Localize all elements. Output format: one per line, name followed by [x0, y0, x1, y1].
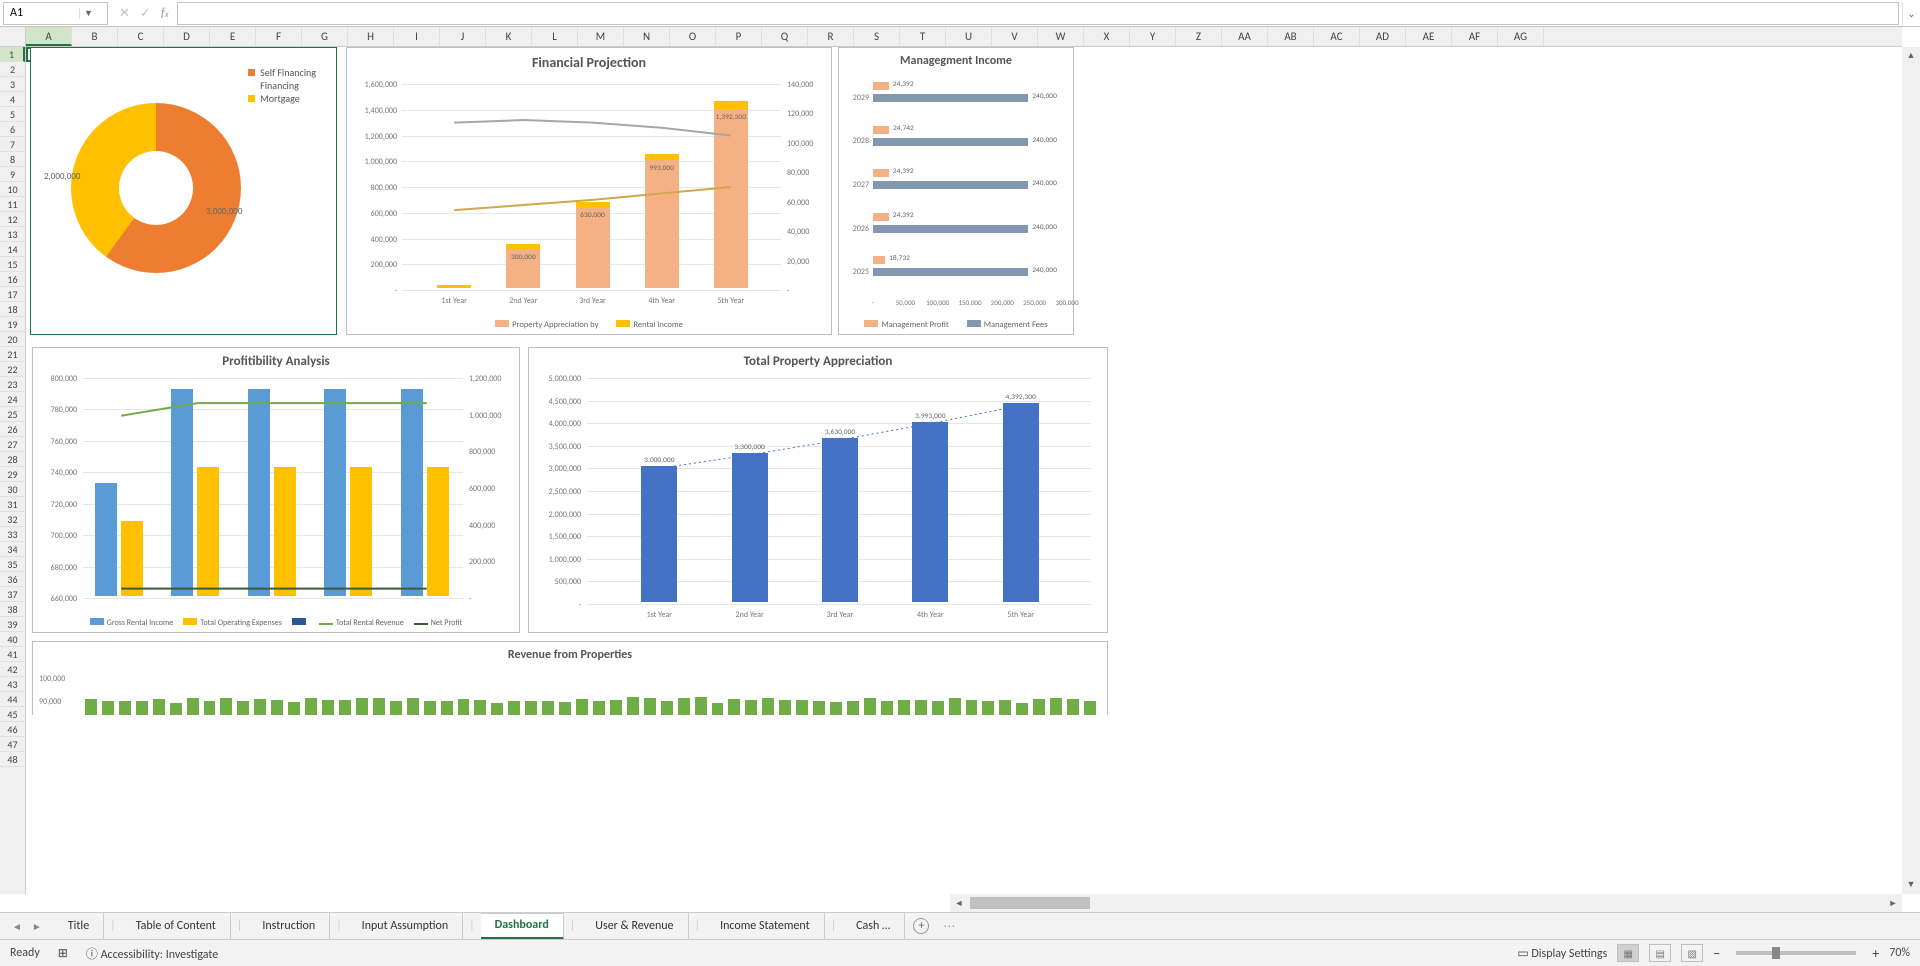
accessibility-icon: ⓘ — [86, 948, 98, 962]
legend-label: Net Profit — [431, 618, 463, 628]
accessibility-status[interactable]: ⓘ Accessibility: Investigate — [86, 945, 218, 962]
tabs-more-icon[interactable]: ⋯ — [937, 919, 961, 934]
tab-nav-prev-icon[interactable]: ◄ — [8, 918, 26, 935]
sheet-tab[interactable]: Title — [54, 913, 104, 940]
sheet-tab[interactable]: User & Revenue — [581, 913, 688, 940]
row-headers[interactable]: 1234567891011121314151617181920212223242… — [0, 47, 26, 894]
macro-recorder-icon[interactable]: ⊞ — [58, 946, 68, 961]
donut-data-label: 3,000,000 — [206, 206, 242, 217]
chart-revenue-properties[interactable]: Revenue from Properties 100,000 90,000 — [32, 641, 1108, 715]
legend-label: Mortgage — [260, 92, 300, 105]
legend-swatch — [248, 95, 255, 102]
vertical-scrollbar[interactable]: ▲ ▼ — [1902, 47, 1920, 894]
chart-legend: Management Profit Management Fees — [839, 320, 1073, 330]
zoom-level[interactable]: 70% — [1889, 946, 1910, 960]
formula-expand-icon[interactable]: ⌄ — [1902, 2, 1920, 25]
zoom-out-button[interactable]: − — [1713, 945, 1720, 962]
zoom-slider-thumb[interactable] — [1772, 947, 1780, 959]
chart-donut-financing[interactable]: Self Financing Financing Mortgage 3,000,… — [30, 47, 337, 335]
chart-legend: Property Appreciation by Rental Income — [347, 320, 831, 330]
chart-title: Financial Projection — [347, 48, 831, 77]
chart-management-income[interactable]: Managegment Income Management Profit Man… — [838, 47, 1074, 335]
chart-profitibility[interactable]: Profitibility Analysis Gross Rental Inco… — [32, 347, 520, 633]
cancel-icon[interactable]: ✕ — [119, 6, 130, 21]
legend-label-line2: Financing — [260, 79, 299, 92]
donut-legend: Self Financing Financing Mortgage — [248, 66, 316, 105]
view-normal-button[interactable]: ▦ — [1617, 944, 1639, 962]
scroll-thumb[interactable] — [970, 897, 1090, 909]
view-page-layout-button[interactable]: ▤ — [1649, 944, 1671, 962]
sheet-tab[interactable]: Table of Content — [122, 913, 231, 940]
select-all-corner[interactable] — [0, 27, 26, 47]
donut-ring — [71, 103, 241, 273]
chart-title: Revenue from Properties — [33, 642, 1107, 668]
sheet-tab[interactable]: Income Statement — [706, 913, 825, 940]
grid-canvas[interactable]: Self Financing Financing Mortgage 3,000,… — [26, 47, 1902, 894]
sheet-tab[interactable]: Dashboard — [481, 913, 564, 940]
sheet-tab[interactable]: Instruction — [248, 913, 330, 940]
name-box[interactable]: ▼ — [3, 2, 108, 25]
legend-label: Gross Rental Income — [107, 618, 174, 628]
column-headers[interactable]: ABCDEFGHIJKLMNOPQRSTUVWXYZAAABACADAEAFAG — [26, 27, 1902, 47]
worksheet-grid: ABCDEFGHIJKLMNOPQRSTUVWXYZAAABACADAEAFAG… — [0, 27, 1920, 912]
chart-title: Total Property Appreciation — [529, 348, 1107, 375]
new-sheet-button[interactable]: + — [905, 918, 937, 934]
chart-legend: Gross Rental Income Total Operating Expe… — [41, 618, 511, 628]
chart-total-appreciation[interactable]: Total Property Appreciation -500,0001,00… — [528, 347, 1108, 633]
chart-title: Profitibility Analysis — [33, 348, 519, 375]
name-box-input[interactable] — [4, 6, 79, 20]
tab-nav-arrows[interactable]: ◄ ► — [0, 918, 54, 935]
scroll-up-icon[interactable]: ▲ — [1902, 47, 1920, 65]
display-settings-button[interactable]: ▭ Display Settings — [1517, 946, 1607, 961]
legend-label: Total Operating Expenses — [200, 618, 282, 628]
legend-label: Self Financing — [260, 66, 316, 79]
legend-label: Property Appreciation by — [512, 320, 598, 330]
tab-nav-next-icon[interactable]: ► — [28, 918, 46, 935]
chart-title: Managegment Income — [839, 48, 1073, 74]
formula-buttons: ✕ ✓ fx — [111, 6, 177, 21]
legend-label: Management Profit — [881, 320, 948, 330]
status-ready: Ready — [10, 946, 40, 960]
zoom-slider[interactable] — [1736, 951, 1856, 955]
view-page-break-button[interactable]: ▧ — [1681, 944, 1703, 962]
zoom-in-button[interactable]: + — [1872, 945, 1879, 962]
horizontal-scrollbar[interactable]: ◄ ► — [950, 894, 1902, 912]
sheet-tabs: Title|Table of Content|Instruction|Input… — [54, 913, 906, 940]
legend-swatch — [248, 69, 255, 76]
axis-label: 100,000 — [39, 674, 65, 684]
scroll-left-icon[interactable]: ◄ — [950, 898, 968, 909]
display-settings-icon: ▭ — [1517, 947, 1528, 961]
donut-data-label: 2,000,000 — [44, 171, 80, 182]
formula-input[interactable] — [177, 2, 1899, 25]
fx-icon[interactable]: fx — [161, 6, 169, 21]
legend-label: Rental Income — [633, 320, 682, 330]
scroll-down-icon[interactable]: ▼ — [1902, 876, 1920, 894]
formula-bar: ▼ ✕ ✓ fx ⌄ — [0, 0, 1920, 27]
sheet-tab-bar: ◄ ► Title|Table of Content|Instruction|I… — [0, 912, 1920, 939]
sheet-tab[interactable]: Input Assumption — [348, 913, 463, 940]
name-box-dropdown-icon[interactable]: ▼ — [79, 8, 97, 19]
chart-financial-projection[interactable]: Financial Projection Property Appreciati… — [346, 47, 832, 335]
status-bar: Ready ⊞ ⓘ Accessibility: Investigate ▭ D… — [0, 939, 1920, 966]
enter-icon[interactable]: ✓ — [140, 6, 151, 21]
chart-plot-area — [83, 378, 463, 596]
scroll-right-icon[interactable]: ► — [1884, 898, 1902, 909]
axis-label: 90,000 — [39, 697, 61, 707]
legend-label: Total Rental Revenue — [336, 618, 404, 628]
legend-label: Management Fees — [984, 320, 1048, 330]
sheet-tab[interactable]: Cash … — [842, 913, 905, 940]
chart-plot-area — [587, 378, 1091, 602]
